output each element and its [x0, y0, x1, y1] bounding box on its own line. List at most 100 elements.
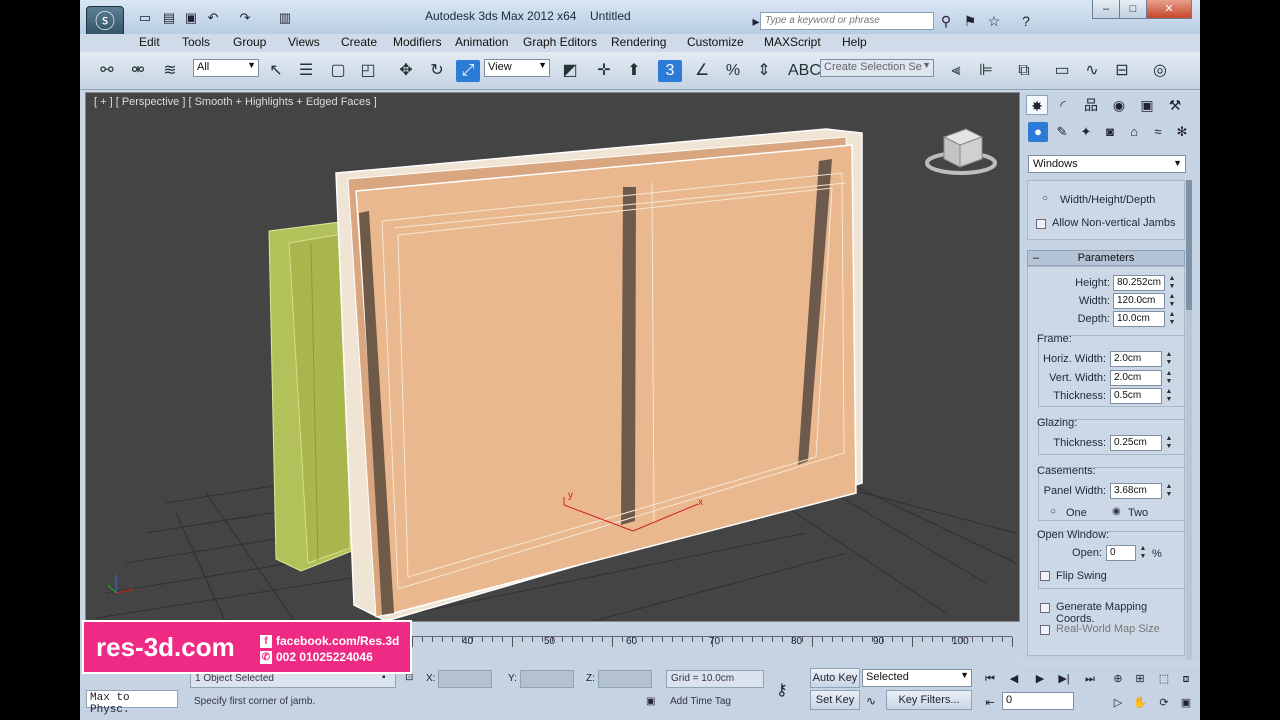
select-by-name-icon[interactable]: ☰ — [294, 60, 318, 82]
menu-customize[interactable]: Customize — [687, 35, 744, 49]
menu-edit[interactable]: Edit — [139, 35, 160, 49]
menu-animation[interactable]: Animation — [455, 35, 508, 49]
key-mode-dropdown[interactable]: Selected ▼ — [862, 669, 972, 687]
schematic-view-icon[interactable]: ⊟ — [1110, 60, 1134, 82]
hierarchy-tab-icon[interactable]: 品 — [1080, 95, 1102, 115]
mirror-icon[interactable]: ⫷ — [944, 60, 968, 82]
geometry-icon[interactable]: ● — [1028, 122, 1048, 142]
z-coordinate-field[interactable] — [598, 670, 652, 688]
command-panel-scrollbar[interactable] — [1186, 180, 1192, 660]
glazing-thickness-field[interactable]: 0.25cm — [1110, 435, 1162, 451]
modify-tab-icon[interactable]: ◜ — [1052, 95, 1074, 115]
window-crossing-icon[interactable]: ◰ — [356, 60, 380, 82]
scrollbar-thumb[interactable] — [1186, 180, 1192, 310]
maxscript-listener[interactable]: Max to Physc. — [86, 690, 178, 716]
current-frame-field[interactable]: 0 — [1002, 692, 1074, 710]
key-mode-toggle-icon[interactable]: ⇤ — [982, 694, 998, 712]
next-frame-icon[interactable]: ▶| — [1056, 670, 1072, 688]
spinner-snap-icon[interactable]: ⇕ — [752, 60, 776, 82]
add-time-tag[interactable]: Add Time Tag — [666, 694, 764, 712]
edit-named-selection-icon[interactable]: ABC — [788, 60, 821, 82]
x-coordinate-field[interactable] — [438, 670, 492, 688]
selection-filter-dropdown[interactable]: All ▼ — [193, 59, 259, 77]
layer-manager-icon[interactable]: ⧉ — [1012, 60, 1036, 82]
goto-start-icon[interactable]: ⏮ — [982, 670, 998, 688]
save-icon[interactable]: ▣ — [182, 10, 200, 26]
shapes-icon[interactable]: ✎ — [1052, 122, 1072, 142]
flip-swing-checkbox[interactable] — [1040, 571, 1050, 581]
field-of-view-icon[interactable]: ▷ — [1110, 694, 1126, 712]
gen-mapping-checkbox[interactable] — [1040, 603, 1050, 613]
menu-group[interactable]: Group — [233, 35, 266, 49]
parameters-rollout-header[interactable]: – Parameters — [1027, 250, 1185, 266]
orbit-icon[interactable]: ⟳ — [1156, 694, 1172, 712]
helpers-icon[interactable]: ⌂ — [1124, 122, 1144, 142]
vert-width-field[interactable]: 2.0cm — [1110, 370, 1162, 386]
new-file-icon[interactable]: ▭ — [136, 10, 154, 26]
angle-snap-icon[interactable]: ∠ — [690, 60, 714, 82]
lights-icon[interactable]: ✦ — [1076, 122, 1096, 142]
close-icon[interactable]: ✕ — [1146, 0, 1192, 19]
help-icon[interactable]: ? — [1016, 12, 1036, 30]
binoculars-icon[interactable]: ⚲ — [936, 12, 956, 30]
display-tab-icon[interactable]: ▣ — [1136, 95, 1158, 115]
window-mesh[interactable] — [335, 128, 863, 621]
pivot-center-icon[interactable]: ◩ — [558, 60, 582, 82]
open-file-icon[interactable]: ▤ — [160, 10, 178, 26]
move-icon[interactable]: ✥ — [394, 60, 418, 82]
menu-modifiers[interactable]: Modifiers — [393, 35, 442, 49]
key-icon[interactable]: ⚷ — [776, 680, 788, 700]
project-folder-icon[interactable]: ▥ — [276, 10, 294, 26]
menu-maxscript[interactable]: MAXScript — [764, 35, 821, 49]
width-spinner-icon[interactable]: ▲ ▼ — [1168, 293, 1176, 309]
horiz-width-field[interactable]: 2.0cm — [1110, 351, 1162, 367]
viewport-label[interactable]: [ + ] [ Perspective ] [ Smooth + Highlig… — [94, 96, 377, 108]
keyboard-shortcut-icon[interactable]: ⬆ — [622, 60, 646, 82]
named-selection-dropdown[interactable]: Create Selection Se ▼ — [820, 59, 934, 77]
minimize-icon[interactable]: – — [1092, 0, 1120, 19]
height-spinner-icon[interactable]: ▲ ▼ — [1168, 275, 1176, 291]
scale-icon[interactable]: ⤢ — [456, 60, 480, 82]
motion-tab-icon[interactable]: ◉ — [1108, 95, 1130, 115]
zoom-extents-icon[interactable]: ⬚ — [1156, 670, 1172, 688]
perspective-viewport[interactable]: y x [ + ] [ Perspective ] [ Smooth + Hig… — [85, 92, 1020, 622]
zoom-icon[interactable]: ⊕ — [1110, 670, 1126, 688]
open-spinner-icon[interactable]: ▲ ▼ — [1139, 545, 1147, 561]
maximize-viewport-icon[interactable]: ▣ — [1178, 694, 1194, 712]
play-icon[interactable]: ▶ — [1032, 670, 1048, 688]
cameras-icon[interactable]: ◙ — [1100, 122, 1120, 142]
panel-width-field[interactable]: 3.68cm — [1110, 483, 1162, 499]
auto-key-button[interactable]: Auto Key — [810, 668, 860, 688]
curve-editor-icon[interactable]: ∿ — [1080, 60, 1104, 82]
ref-coord-dropdown[interactable]: View ▼ — [484, 59, 550, 77]
panel-width-spinner-icon[interactable]: ▲ ▼ — [1165, 483, 1173, 499]
zoom-extents-all-icon[interactable]: ⧈ — [1178, 670, 1194, 688]
width-field[interactable]: 120.0cm — [1113, 293, 1165, 309]
snap-toggle-icon[interactable]: 3 — [658, 60, 682, 82]
material-editor-icon[interactable]: ◎ — [1148, 60, 1172, 82]
object-category-dropdown[interactable]: Windows ▼ — [1028, 155, 1186, 173]
horiz-width-spinner-icon[interactable]: ▲ ▼ — [1165, 351, 1173, 367]
link-icon[interactable]: ⚯ — [95, 60, 119, 82]
menu-graph-editors[interactable]: Graph Editors — [523, 35, 597, 49]
ribbon-toggle-icon[interactable]: ▭ — [1050, 60, 1074, 82]
communication-icon[interactable]: ⚑ — [960, 12, 980, 30]
search-input[interactable]: Type a keyword or phrase — [760, 12, 934, 30]
goto-end-icon[interactable]: ⏭ — [1082, 670, 1098, 688]
open-field[interactable]: 0 — [1106, 545, 1136, 561]
vert-width-spinner-icon[interactable]: ▲ ▼ — [1165, 370, 1173, 386]
y-coordinate-field[interactable] — [520, 670, 574, 688]
frame-thickness-spinner-icon[interactable]: ▲ ▼ — [1165, 388, 1173, 404]
spacewarps-icon[interactable]: ≈ — [1148, 122, 1168, 142]
height-field[interactable]: 80.252cm — [1113, 275, 1165, 291]
align-icon[interactable]: ⊫ — [974, 60, 998, 82]
select-object-icon[interactable]: ↖ — [264, 60, 288, 82]
key-filters-button[interactable]: Key Filters... — [886, 690, 972, 710]
zoom-all-icon[interactable]: ⊞ — [1132, 670, 1148, 688]
favorites-star-icon[interactable]: ☆ — [984, 12, 1004, 30]
depth-spinner-icon[interactable]: ▲ ▼ — [1168, 311, 1176, 327]
depth-field[interactable]: 10.0cm — [1113, 311, 1165, 327]
systems-icon[interactable]: ✻ — [1172, 122, 1192, 142]
redo-icon[interactable]: ↷ — [236, 10, 254, 26]
allow-nonvertical-checkbox[interactable] — [1036, 219, 1046, 229]
